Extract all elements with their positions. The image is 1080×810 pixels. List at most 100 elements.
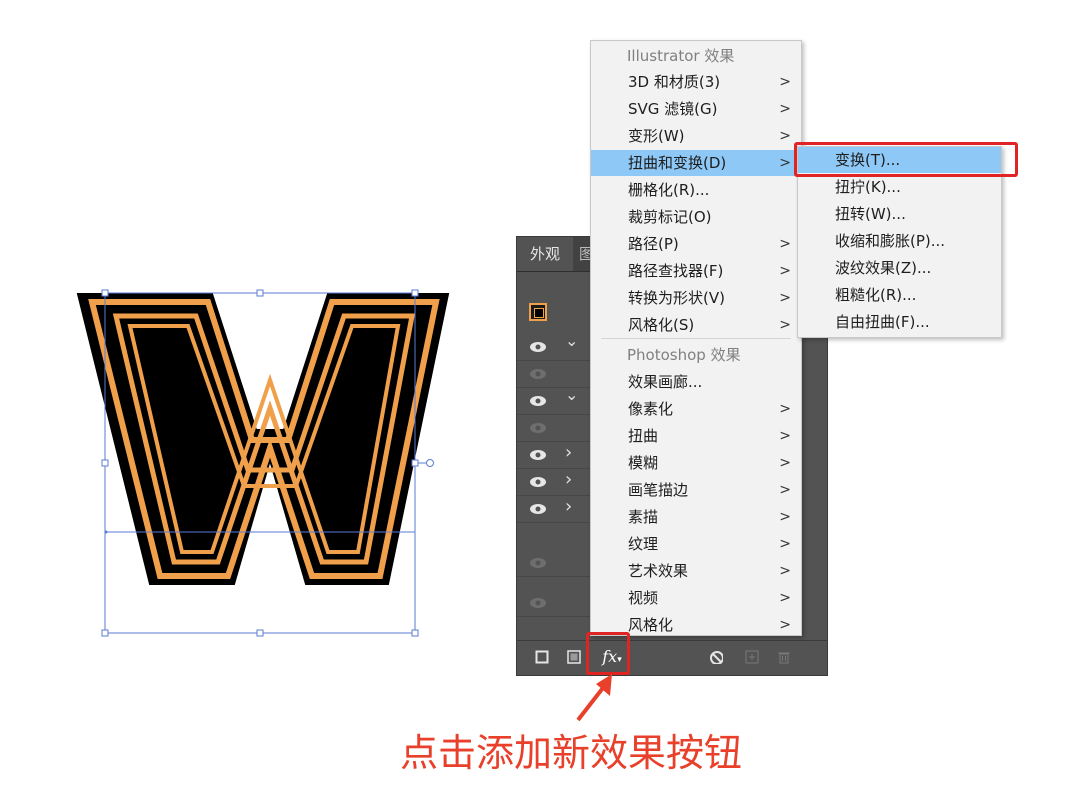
menu-item[interactable]: 扭拧(K)... bbox=[798, 174, 1001, 200]
chevron-down-icon[interactable]: ⌄ bbox=[565, 327, 578, 354]
chevron-right-icon: > bbox=[779, 617, 791, 633]
menu-item-label: 自由扭曲(F)... bbox=[835, 313, 930, 331]
chevron-right-icon: > bbox=[779, 74, 791, 90]
effect-menu: Illustrator 效果 3D 和材质(3) > SVG 滤镜(G) > 变形(W)… bbox=[590, 40, 802, 636]
letter-w-graphic bbox=[76, 289, 450, 637]
visibility-eye-icon[interactable] bbox=[529, 341, 547, 353]
appearance-row[interactable] bbox=[517, 360, 597, 388]
object-thumbnail bbox=[529, 303, 547, 321]
visibility-eye-icon[interactable] bbox=[529, 503, 547, 515]
menu-item-label: 艺术效果 bbox=[628, 562, 689, 580]
appearance-row[interactable]: › bbox=[517, 495, 597, 523]
chevron-right-icon: > bbox=[779, 590, 791, 606]
visibility-eye-icon[interactable] bbox=[529, 557, 547, 569]
appearance-row[interactable]: ⌄ bbox=[517, 385, 597, 415]
appearance-row[interactable] bbox=[517, 589, 597, 617]
duplicate-item-icon[interactable] bbox=[745, 650, 759, 664]
menu-header-illustrator-effects: Illustrator 效果 bbox=[627, 47, 735, 65]
menu-item[interactable]: 扭曲 > bbox=[591, 423, 801, 449]
menu-item[interactable]: 粗糙化(R)... bbox=[798, 282, 1001, 308]
menu-item[interactable]: 扭曲和变换(D) > bbox=[591, 150, 801, 176]
appearance-row[interactable] bbox=[517, 549, 597, 577]
visibility-eye-icon[interactable] bbox=[529, 422, 547, 434]
menu-item[interactable]: 变形(W) > bbox=[591, 123, 801, 149]
chevron-right-icon: > bbox=[779, 563, 791, 579]
chevron-right-icon[interactable]: › bbox=[565, 466, 572, 493]
menu-item-label: 扭拧(K)... bbox=[835, 178, 901, 196]
menu-item-label: 路径(P) bbox=[628, 235, 679, 253]
menu-item-label: 扭曲和变换(D) bbox=[628, 154, 727, 172]
menu-item[interactable]: 纹理 > bbox=[591, 531, 801, 557]
appearance-row[interactable] bbox=[517, 414, 597, 442]
menu-item[interactable]: 转换为形状(V) > bbox=[591, 285, 801, 311]
tab-appearance[interactable]: 外观 bbox=[517, 237, 573, 271]
visibility-eye-icon[interactable] bbox=[529, 476, 547, 488]
menu-item[interactable]: 栅格化(R)... bbox=[591, 177, 801, 203]
menu-item-label: 效果画廊... bbox=[628, 373, 703, 391]
visibility-eye-icon[interactable] bbox=[529, 597, 547, 609]
appearance-row[interactable]: ⌄ bbox=[517, 331, 597, 361]
panel-footer-toolbar: fx▾ bbox=[517, 640, 827, 675]
appearance-row[interactable]: › bbox=[517, 468, 597, 496]
menu-item-label: 3D 和材质(3) bbox=[628, 73, 721, 91]
menu-item[interactable]: 视频 > bbox=[591, 585, 801, 611]
add-new-fill-icon[interactable] bbox=[567, 650, 581, 664]
menu-item[interactable]: 素描 > bbox=[591, 504, 801, 530]
menu-item-label: 转换为形状(V) bbox=[628, 289, 725, 307]
menu-item-label: 纹理 bbox=[628, 535, 659, 553]
menu-item-label: 粗糙化(R)... bbox=[835, 286, 917, 304]
visibility-eye-icon[interactable] bbox=[529, 395, 547, 407]
chevron-right-icon: > bbox=[779, 317, 791, 333]
menu-item[interactable]: 3D 和材质(3) > bbox=[591, 69, 801, 95]
annotation-arrow-icon bbox=[576, 674, 612, 722]
menu-item-label: 扭转(W)... bbox=[835, 205, 906, 223]
menu-item[interactable]: 画笔描边 > bbox=[591, 477, 801, 503]
chevron-right-icon: > bbox=[779, 101, 791, 117]
menu-item-label: 波纹效果(Z)... bbox=[835, 259, 932, 277]
appearance-row[interactable]: › bbox=[517, 441, 597, 469]
highlight-box-transform bbox=[794, 142, 1018, 177]
highlight-box-fx-button bbox=[586, 632, 630, 675]
chevron-right-icon: > bbox=[779, 236, 791, 252]
menu-item[interactable]: 扭转(W)... bbox=[798, 201, 1001, 227]
menu-item[interactable]: 路径(P) > bbox=[591, 231, 801, 257]
menu-item[interactable]: 自由扭曲(F)... bbox=[798, 309, 1001, 335]
visibility-eye-icon[interactable] bbox=[529, 368, 547, 380]
chevron-right-icon[interactable]: › bbox=[565, 439, 572, 466]
menu-item-label: 裁剪标记(O) bbox=[628, 208, 712, 226]
menu-item-label: 收缩和膨胀(P)... bbox=[835, 232, 946, 250]
menu-divider bbox=[601, 338, 791, 339]
chevron-right-icon[interactable]: › bbox=[565, 493, 572, 520]
chevron-right-icon: > bbox=[779, 536, 791, 552]
menu-item-label: 路径查找器(F) bbox=[628, 262, 724, 280]
menu-item[interactable]: 波纹效果(Z)... bbox=[798, 255, 1001, 281]
menu-item[interactable]: 艺术效果 > bbox=[591, 558, 801, 584]
menu-item[interactable]: 风格化(S) > bbox=[591, 312, 801, 338]
menu-item[interactable]: SVG 滤镜(G) > bbox=[591, 96, 801, 122]
chevron-right-icon: > bbox=[779, 263, 791, 279]
chevron-right-icon: > bbox=[779, 482, 791, 498]
menu-item-label: 风格化 bbox=[628, 616, 674, 634]
annotation-caption: 点击添加新效果按钮 bbox=[400, 731, 743, 775]
menu-item-label: 素描 bbox=[628, 508, 659, 526]
menu-item-label: 模糊 bbox=[628, 454, 659, 472]
menu-item[interactable]: 路径查找器(F) > bbox=[591, 258, 801, 284]
menu-item[interactable]: 裁剪标记(O) bbox=[591, 204, 801, 230]
chevron-right-icon: > bbox=[779, 509, 791, 525]
menu-item-label: 风格化(S) bbox=[628, 316, 695, 334]
clear-appearance-icon[interactable] bbox=[709, 650, 723, 664]
menu-item-label: 视频 bbox=[628, 589, 659, 607]
visibility-eye-icon[interactable] bbox=[529, 449, 547, 461]
menu-item[interactable]: 模糊 > bbox=[591, 450, 801, 476]
chevron-right-icon: > bbox=[779, 455, 791, 471]
menu-item[interactable]: 像素化 > bbox=[591, 396, 801, 422]
menu-item-label: 栅格化(R)... bbox=[628, 181, 710, 199]
add-new-stroke-icon[interactable] bbox=[535, 650, 549, 664]
menu-item[interactable]: 收缩和膨胀(P)... bbox=[798, 228, 1001, 254]
chevron-down-icon[interactable]: ⌄ bbox=[565, 381, 578, 408]
artwork-letter-w[interactable] bbox=[70, 280, 470, 650]
delete-item-icon[interactable] bbox=[777, 650, 791, 664]
menu-item-label: 像素化 bbox=[628, 400, 674, 418]
chevron-right-icon: > bbox=[779, 401, 791, 417]
menu-item[interactable]: 效果画廊... bbox=[591, 369, 801, 395]
